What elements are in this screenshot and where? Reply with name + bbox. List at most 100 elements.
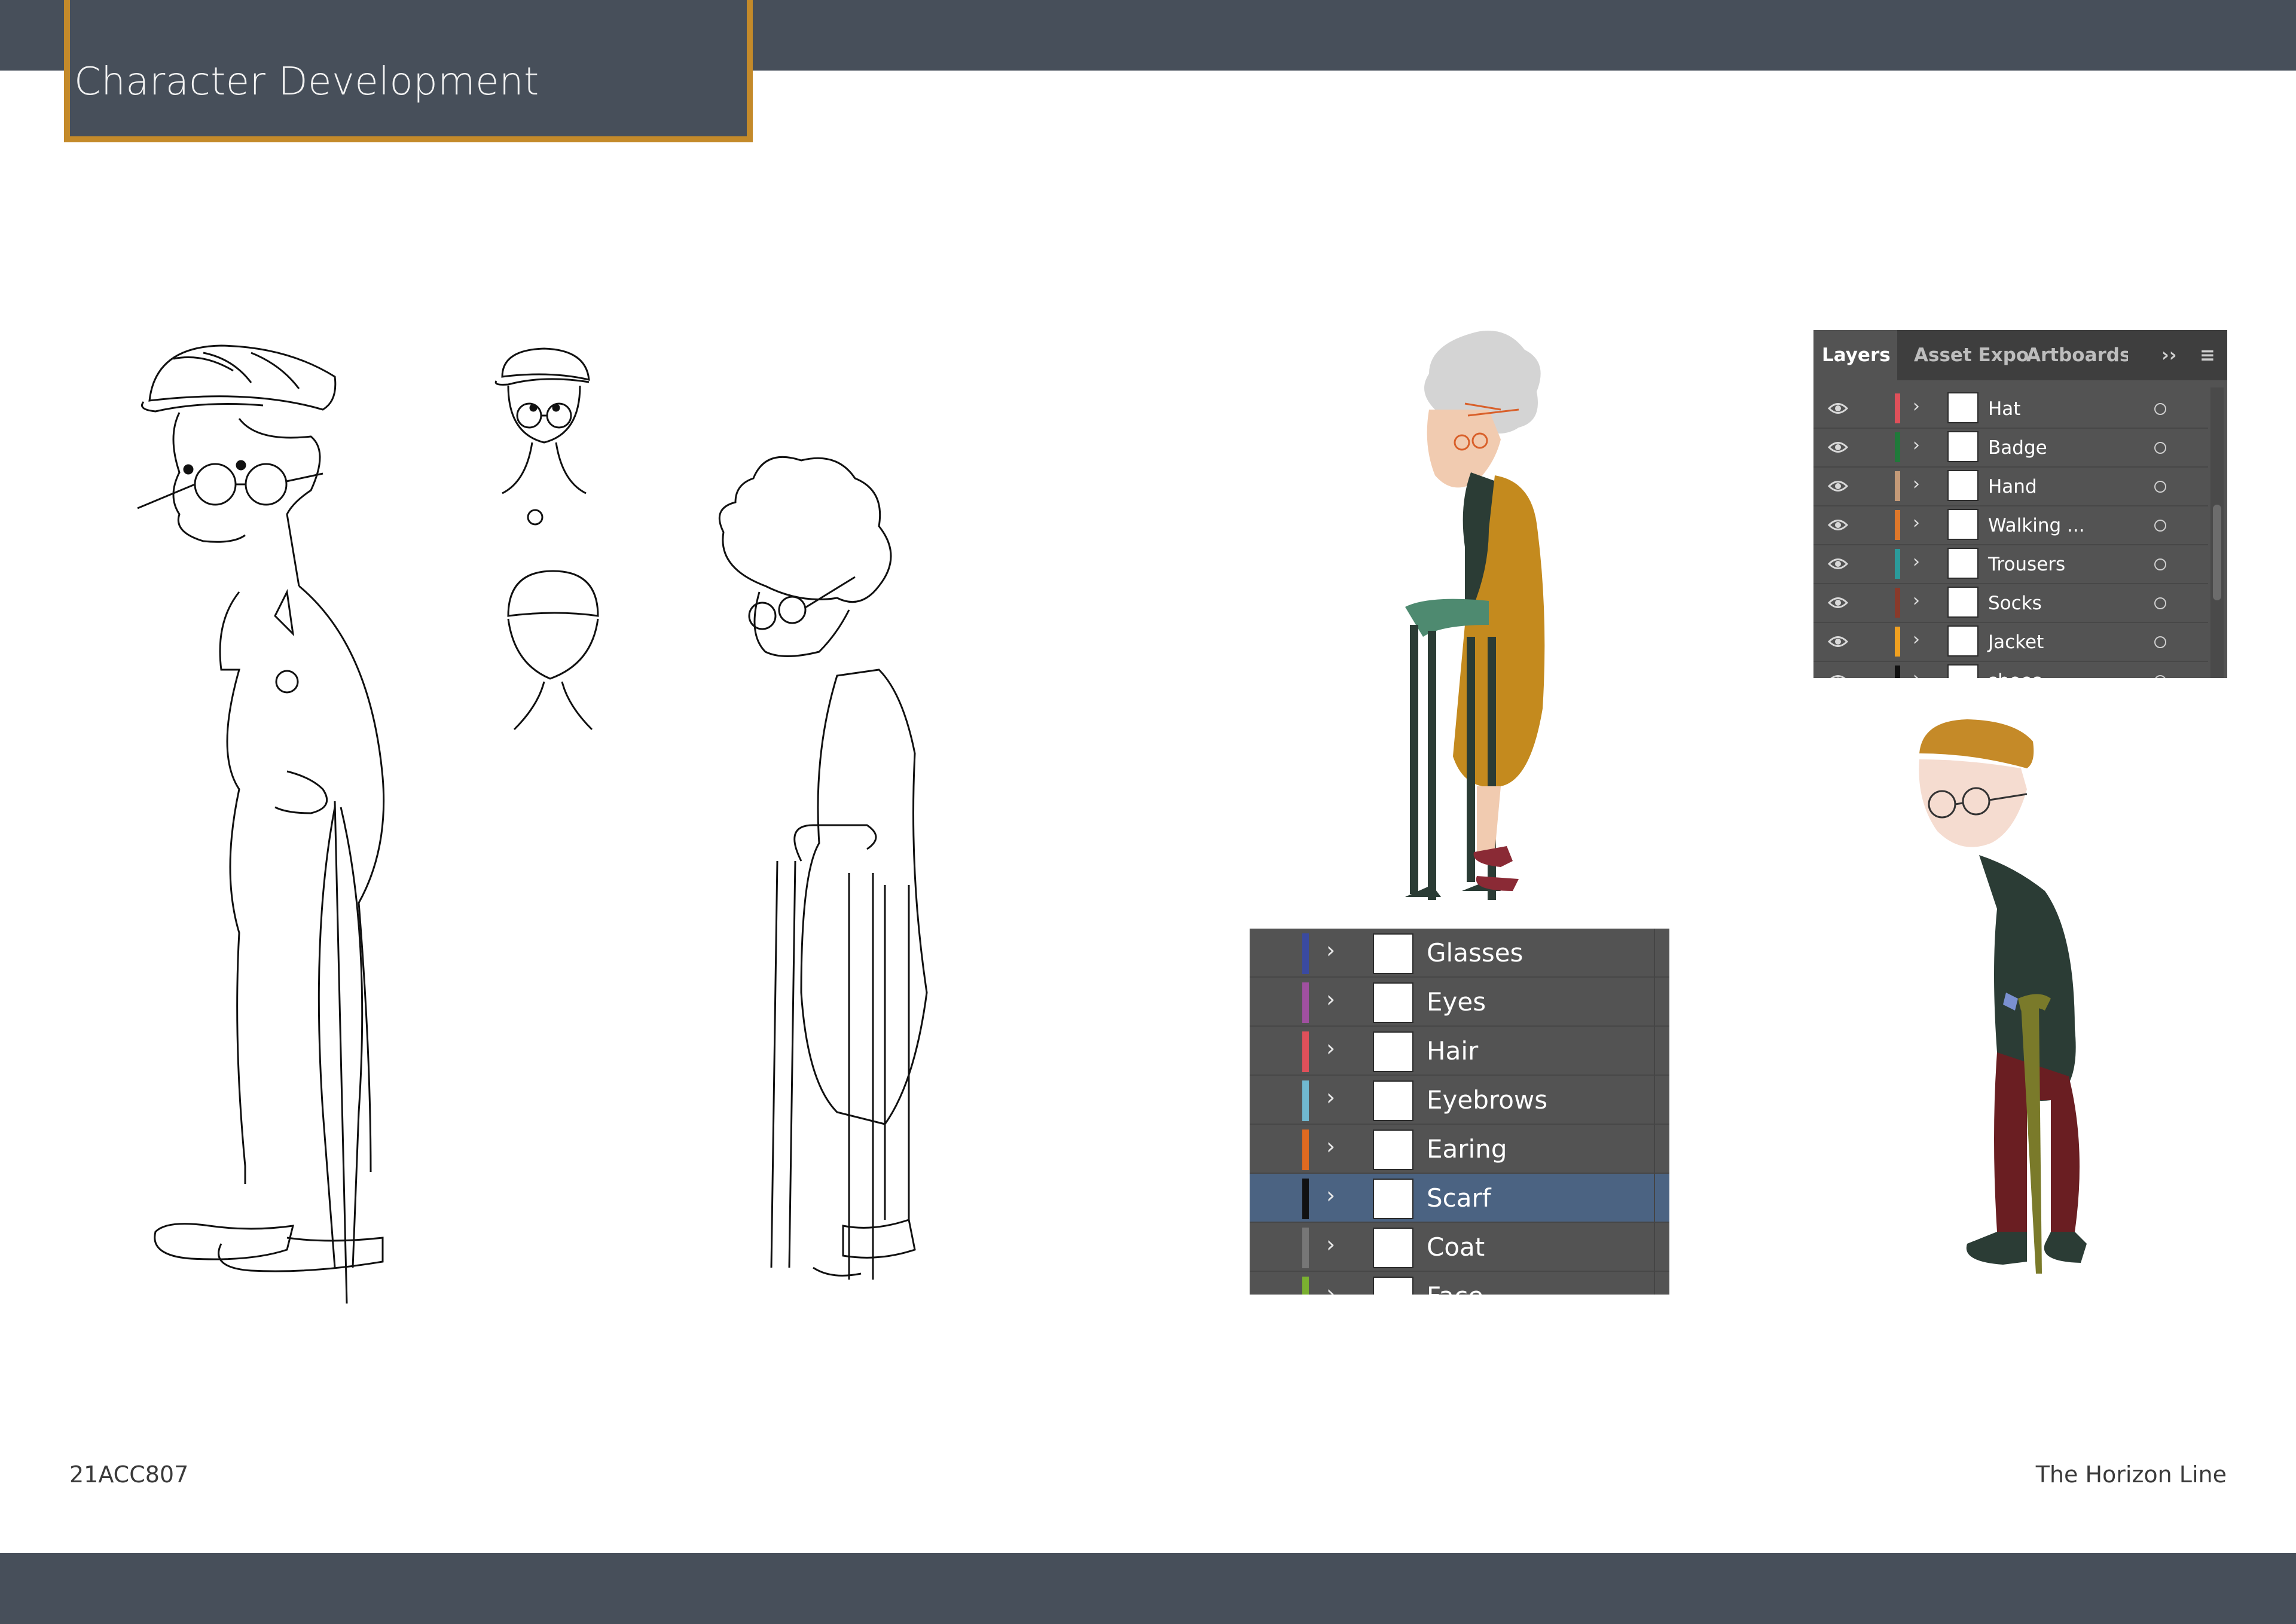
layer-thumbnail <box>1373 1277 1413 1295</box>
layer-color-swatch <box>1302 982 1309 1023</box>
eye-icon[interactable] <box>1828 556 1848 572</box>
layer-row-selected[interactable]: › Scarf <box>1250 1174 1669 1223</box>
tab-artboards[interactable]: Artboards <box>2026 330 2128 380</box>
head-sketch-back <box>507 570 599 731</box>
layer-color-swatch <box>1302 1277 1309 1295</box>
layer-color-swatch <box>1302 1179 1309 1219</box>
layer-row[interactable]: › Glasses <box>1250 929 1669 978</box>
panel-divider <box>1654 929 1655 1295</box>
chevron-right-icon[interactable]: › <box>1326 1231 1335 1257</box>
tab-layers[interactable]: Layers <box>1813 330 1897 380</box>
target-circle-icon[interactable] <box>2154 675 2166 678</box>
layer-color-swatch <box>1302 1031 1309 1072</box>
chevron-right-icon[interactable]: › <box>1326 1035 1335 1061</box>
layer-color-swatch <box>1302 1228 1309 1268</box>
layer-thumbnail <box>1373 1179 1413 1219</box>
layer-name[interactable]: Hat <box>1988 398 2020 420</box>
old-woman-colored <box>1405 331 1545 900</box>
layer-row[interactable]: › shoes <box>1813 662 2208 678</box>
chevron-right-icon[interactable]: › <box>1326 937 1335 963</box>
layer-row[interactable]: › Eyes <box>1250 978 1669 1027</box>
layer-row[interactable]: › Socks <box>1813 584 2208 623</box>
chevron-right-icon[interactable]: › <box>1913 551 1920 572</box>
layer-row[interactable]: › Face <box>1250 1272 1669 1295</box>
panel-scrollbar[interactable] <box>2210 387 2224 678</box>
layer-name[interactable]: Coat <box>1427 1232 1485 1262</box>
layer-thumbnail <box>1373 933 1413 974</box>
chevron-right-icon[interactable]: › <box>1913 396 1920 417</box>
layer-color-swatch <box>1895 666 1900 678</box>
layer-row[interactable]: › Jacket <box>1813 623 2208 662</box>
layer-list: › Hat › Badge › Hand › Walking ... › Trousers › Soc… <box>1813 390 2208 678</box>
layer-row[interactable]: › Hat <box>1813 390 2208 429</box>
layer-row[interactable]: › Earing <box>1250 1125 1669 1174</box>
old-woman-sketch <box>718 456 928 1280</box>
chevron-right-icon[interactable]: › <box>1326 1133 1335 1159</box>
chevron-right-icon[interactable]: › <box>1913 512 1920 533</box>
scroll-thumb[interactable] <box>2213 505 2221 600</box>
layer-name[interactable]: Hand <box>1988 476 2037 497</box>
layer-thumbnail <box>1947 509 1979 540</box>
layer-name[interactable]: Trousers <box>1988 554 2065 575</box>
eye-icon[interactable] <box>1828 439 1848 455</box>
layer-row[interactable]: › Coat <box>1250 1223 1669 1272</box>
layer-row[interactable]: › Eyebrows <box>1250 1076 1669 1125</box>
layer-name[interactable]: Walking ... <box>1988 515 2085 536</box>
panel-tab-bar: Layers Asset Expo Artboards ›› | ≡ <box>1813 330 2227 380</box>
chevron-right-icon[interactable]: › <box>1913 629 1920 650</box>
layer-color-swatch <box>1895 588 1900 618</box>
chevron-right-icon[interactable]: › <box>1913 590 1920 611</box>
layer-name[interactable]: Badge <box>1988 437 2047 459</box>
layer-name[interactable]: Earing <box>1427 1134 1507 1164</box>
bottom-banner <box>0 1553 2296 1624</box>
layer-color-swatch <box>1895 432 1900 462</box>
layer-thumbnail <box>1373 1031 1413 1072</box>
chevron-right-icon[interactable]: › <box>1913 474 1920 494</box>
layer-color-swatch <box>1895 471 1900 501</box>
chevron-right-icon[interactable]: › <box>1326 986 1335 1012</box>
eye-icon[interactable] <box>1828 478 1848 494</box>
layer-thumbnail <box>1373 1228 1413 1268</box>
layer-color-swatch <box>1895 393 1900 423</box>
eye-icon[interactable] <box>1828 517 1848 533</box>
target-circle-icon[interactable] <box>2154 520 2166 532</box>
chevron-right-icon[interactable]: › <box>1326 1280 1335 1295</box>
eye-icon[interactable] <box>1828 595 1848 610</box>
layer-name[interactable]: Socks <box>1988 593 2042 614</box>
layer-name[interactable]: shoes <box>1988 670 2042 678</box>
layer-name[interactable]: Hair <box>1427 1036 1478 1066</box>
hamburger-menu-icon[interactable]: ≡ <box>2200 330 2224 380</box>
layer-row[interactable]: › Walking ... <box>1813 506 2208 545</box>
eye-icon[interactable] <box>1828 401 1848 416</box>
chevron-right-icon[interactable]: › <box>1326 1084 1335 1110</box>
eye-icon[interactable] <box>1828 634 1848 649</box>
layer-thumbnail <box>1947 587 1979 618</box>
double-chevron-icon[interactable]: ›› | <box>2161 330 2185 380</box>
layer-color-swatch <box>1895 549 1900 579</box>
layer-row[interactable]: › Hand <box>1813 468 2208 506</box>
target-circle-icon[interactable] <box>2154 481 2166 493</box>
layer-color-swatch <box>1895 510 1900 540</box>
layer-row[interactable]: › Trousers <box>1813 545 2208 584</box>
chevron-right-icon[interactable]: › <box>1326 1182 1335 1208</box>
target-circle-icon[interactable] <box>2154 403 2166 415</box>
eye-icon[interactable] <box>1828 673 1848 678</box>
chevron-right-icon[interactable]: › <box>1913 668 1920 678</box>
layer-thumbnail <box>1947 470 1979 501</box>
layer-name[interactable]: Eyebrows <box>1427 1085 1547 1115</box>
layer-name[interactable]: Eyes <box>1427 987 1486 1016</box>
layer-name[interactable]: Face <box>1427 1281 1483 1295</box>
target-circle-icon[interactable] <box>2154 636 2166 648</box>
target-circle-icon[interactable] <box>2154 597 2166 609</box>
layer-row[interactable]: › Hair <box>1250 1027 1669 1076</box>
layer-name[interactable]: Glasses <box>1427 938 1523 967</box>
target-circle-icon[interactable] <box>2154 558 2166 570</box>
layer-color-swatch <box>1302 1080 1309 1121</box>
tab-asset-export[interactable]: Asset Expo <box>1914 330 2034 380</box>
layer-name[interactable]: Jacket <box>1988 631 2044 653</box>
chevron-right-icon[interactable]: › <box>1913 435 1920 456</box>
layer-row[interactable]: › Badge <box>1813 429 2208 468</box>
layer-name[interactable]: Scarf <box>1427 1183 1491 1213</box>
layer-thumbnail <box>1373 1080 1413 1121</box>
target-circle-icon[interactable] <box>2154 442 2166 454</box>
